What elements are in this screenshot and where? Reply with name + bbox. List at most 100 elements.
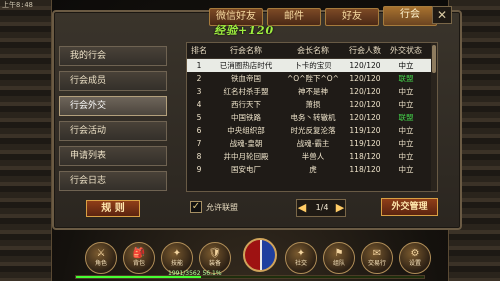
member-count-cell: 120/120 [349, 113, 381, 122]
diplomacy-status-cell: 中立 [398, 152, 414, 161]
member-count-cell: 119/120 [349, 139, 381, 148]
guild-name-cell: 红名村杀手盟 [223, 87, 269, 96]
menu-my-guild[interactable]: 我的行会 [59, 46, 167, 66]
table-row[interactable]: 5 中国铁路 电务丶转辙机 120/120 联盟 [187, 111, 437, 124]
table-row[interactable]: 7 战魂-皇朝 战魂-霸主 119/120 中立 [187, 137, 437, 150]
table-row[interactable]: 8 井中月轮回殿 半兽人 118/120 中立 [187, 150, 437, 163]
guild-name-cell: 井中月轮回殿 [223, 152, 269, 161]
rank-cell: 8 [196, 152, 202, 161]
rank-cell: 3 [196, 87, 202, 96]
rank-cell: 9 [196, 165, 202, 174]
xp-bar [75, 275, 425, 279]
rank-cell: 4 [196, 100, 202, 109]
leader-name-cell: 卜卡的宝贝 [294, 61, 332, 70]
diplomacy-status-cell: 中立 [398, 139, 414, 148]
chevron-right-icon[interactable]: ▶ [335, 200, 345, 216]
guild-name-cell: 战魂-皇朝 [229, 139, 263, 148]
trade-icon: ✉ [372, 248, 382, 259]
diplomacy-status-cell: 联盟 [398, 74, 414, 83]
left-menu: 我的行会 行会成员 行会外交 行会活动 申请列表 行会日志 [59, 46, 167, 191]
member-count-cell: 118/120 [349, 165, 381, 174]
hotbar: ⚔ 角色 🎒 背包 ✦ 技能 🛡 装备 ✦ 社交 ⚑ 组队 ✉ 交易行 ⚙ 设置 [75, 238, 431, 278]
guild-name-cell: 已消圈热店时代 [219, 61, 273, 70]
table-scrollbar[interactable] [431, 43, 437, 191]
shield-icon: 🛡 [208, 248, 222, 259]
rules-button[interactable]: 规 则 [86, 200, 140, 217]
table-row[interactable]: 9 国安电厂 虎 118/120 中立 [187, 163, 437, 176]
table-row[interactable]: 6 中央组织部 时光反复沦落 119/120 中立 [187, 124, 437, 137]
hotbar-label: 装备 [208, 260, 221, 267]
hotbar-social[interactable]: ✦ 社交 [285, 242, 317, 274]
leader-name-cell: 神不是神 [298, 87, 328, 96]
hotbar-label: 设置 [408, 260, 421, 267]
diplomacy-status-cell: 中立 [398, 126, 414, 135]
header-status: 外交状态 [390, 46, 422, 55]
menu-guild-members[interactable]: 行会成员 [59, 71, 167, 91]
hotbar-label: 组队 [332, 260, 345, 267]
rank-cell: 7 [196, 139, 202, 148]
close-button[interactable]: ✕ [432, 6, 452, 24]
scrollbar-thumb[interactable] [432, 45, 436, 73]
header-rank: 排名 [191, 46, 207, 55]
table-header: 排名 行会名称 会长名称 行会人数 外交状态 [187, 43, 437, 59]
gear-icon: ⚙ [410, 248, 420, 259]
menu-guild-activities[interactable]: 行会活动 [59, 121, 167, 141]
leader-name-cell: ^O^陛下^O^ [287, 74, 339, 83]
bag-icon: 🎒 [132, 248, 146, 259]
diplomacy-status-cell: 中立 [398, 100, 414, 109]
tab-guild[interactable]: 行会 [383, 6, 437, 26]
hotbar-bag[interactable]: 🎒 背包 [123, 242, 155, 274]
leader-name-cell: 半兽人 [301, 152, 325, 161]
hotbar-label: 角色 [94, 260, 107, 267]
tab-friends[interactable]: 好友 [325, 8, 379, 26]
table-row[interactable]: 2 铁血帝国 ^O^陛下^O^ 120/120 联盟 [187, 72, 437, 85]
hotbar-label: 交易行 [367, 260, 386, 267]
hotbar-trade[interactable]: ✉ 交易行 [361, 242, 393, 274]
allow-alliance-checkbox[interactable]: ✓ [190, 201, 202, 213]
hotbar-label: 社交 [294, 260, 307, 267]
hotbar-settings[interactable]: ⚙ 设置 [399, 242, 431, 274]
menu-guild-diplomacy[interactable]: 行会外交 [59, 96, 167, 116]
leader-name-cell: 萧损 [305, 100, 321, 109]
rank-cell: 1 [196, 61, 202, 70]
pager: ◀ 1/4 ▶ [296, 199, 346, 217]
member-count-cell: 120/120 [349, 61, 381, 70]
rank-cell: 2 [196, 74, 202, 83]
diplomacy-status-cell: 联盟 [398, 113, 414, 122]
xp-text: 1991/3562 56.1% [168, 270, 222, 277]
leader-name-cell: 时光反复沦落 [290, 126, 336, 135]
menu-application-list[interactable]: 申请列表 [59, 146, 167, 166]
guild-name-cell: 国安电厂 [231, 165, 261, 174]
diplomacy-status-cell: 中立 [398, 61, 414, 70]
header-guild-name: 行会名称 [230, 46, 262, 55]
table-row[interactable]: 1 已消圈热店时代 卜卡的宝贝 120/120 中立 [187, 59, 437, 72]
diplomacy-manage-button[interactable]: 外交管理 [381, 198, 438, 216]
bottom-controls: ✓ 允许联盟 ◀ 1/4 ▶ 外交管理 [186, 198, 438, 218]
guild-name-cell: 中央组织部 [227, 126, 265, 135]
guild-name-cell: 铁血帝国 [231, 74, 261, 83]
member-count-cell: 118/120 [349, 152, 381, 161]
page-indicator: 1/4 [315, 203, 329, 212]
header-leader-name: 会长名称 [297, 46, 329, 55]
left-pillar [0, 0, 52, 281]
leader-name-cell: 电务丶转辙机 [290, 113, 336, 122]
diplomacy-status-cell: 中立 [398, 87, 414, 96]
member-count-cell: 119/120 [349, 126, 381, 135]
member-count-cell: 120/120 [349, 74, 381, 83]
rank-cell: 6 [196, 126, 202, 135]
leader-name-cell: 战魂-霸主 [296, 139, 330, 148]
team-icon: ⚑ [334, 248, 344, 259]
table-row[interactable]: 3 红名村杀手盟 神不是神 120/120 中立 [187, 85, 437, 98]
table-body: 1 已消圈热店时代 卜卡的宝贝 120/120 中立 2 铁血帝国 ^O^陛下^O^ 120/1… [187, 59, 437, 176]
menu-guild-log[interactable]: 行会日志 [59, 171, 167, 191]
table-row[interactable]: 4 西行天下 萧损 120/120 中立 [187, 98, 437, 111]
social-icon: ✦ [296, 248, 306, 259]
member-count-cell: 120/120 [349, 100, 381, 109]
hotbar-label: 背包 [132, 260, 145, 267]
hotbar-character[interactable]: ⚔ 角色 [85, 242, 117, 274]
tab-mail[interactable]: 邮件 [267, 8, 321, 26]
chevron-left-icon[interactable]: ◀ [297, 200, 307, 216]
guild-table: 排名 行会名称 会长名称 行会人数 外交状态 1 已消圈热店时代 卜卡的宝贝 120/… [186, 42, 438, 192]
character-icon: ⚔ [96, 248, 106, 259]
hotbar-team[interactable]: ⚑ 组队 [323, 242, 355, 274]
